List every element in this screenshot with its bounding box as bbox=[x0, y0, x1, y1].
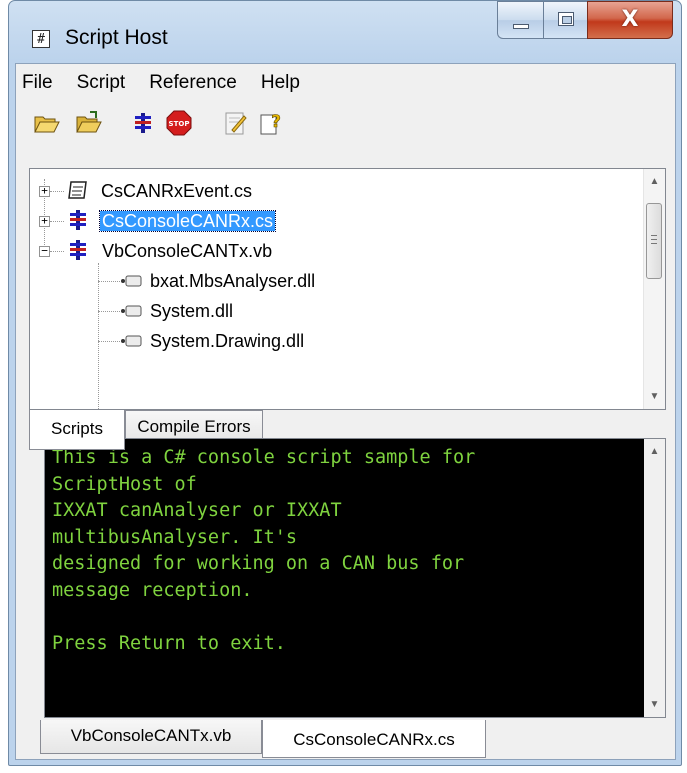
minimize-button[interactable] bbox=[497, 1, 543, 39]
reference-icon bbox=[121, 335, 142, 347]
app-icon[interactable]: # bbox=[32, 30, 50, 48]
reference-icon bbox=[121, 275, 142, 287]
edit-script-icon bbox=[225, 112, 247, 135]
script-tree-view[interactable]: + CsCANRxEvent.cs + CsConsoleCANRx.cs − … bbox=[29, 168, 666, 410]
menu-script[interactable]: Script bbox=[65, 72, 138, 94]
script-page-icon bbox=[68, 181, 87, 199]
open-folder-icon bbox=[34, 116, 60, 133]
tree-node-reference[interactable]: System.dll bbox=[120, 296, 233, 326]
console-scrollbar[interactable]: ▲ ▼ bbox=[644, 439, 665, 717]
title-bar[interactable]: # Script Host X bbox=[9, 1, 681, 63]
run-script-icon bbox=[135, 113, 151, 133]
tree-node-label: CsConsoleCANRx.cs bbox=[99, 210, 277, 232]
tree-connector bbox=[50, 251, 64, 252]
tab-csconsolecanrx[interactable]: CsConsoleCANRx.cs bbox=[262, 720, 486, 758]
caption-buttons: X bbox=[497, 1, 673, 39]
edit-button[interactable] bbox=[220, 108, 250, 138]
tree-expand-toggle[interactable]: − bbox=[39, 245, 50, 257]
tree-connector bbox=[50, 191, 64, 192]
client-area: File Script Reference Help STOP ? + CsCA… bbox=[15, 63, 676, 760]
tree-expand-toggle[interactable]: + bbox=[39, 185, 50, 197]
svg-text:STOP: STOP bbox=[169, 120, 190, 128]
run-button[interactable] bbox=[128, 108, 158, 138]
stop-button[interactable]: STOP bbox=[164, 108, 194, 138]
open-folder-alt-icon bbox=[76, 111, 102, 133]
scroll-up-arrow-icon[interactable]: ▲ bbox=[644, 171, 665, 192]
tree-node-label: VbConsoleCANTx.vb bbox=[102, 241, 273, 261]
reference-icon bbox=[121, 305, 142, 317]
menu-file[interactable]: File bbox=[16, 72, 65, 94]
maximize-button[interactable] bbox=[543, 1, 587, 39]
open-script-button[interactable] bbox=[32, 108, 62, 138]
window-title: Script Host bbox=[65, 26, 168, 49]
tree-node-label: CsCANRxEvent.cs bbox=[101, 181, 253, 201]
maximize-icon bbox=[558, 12, 574, 26]
tree-connector bbox=[98, 263, 99, 409]
tree-node-cscanrxevent[interactable]: CsCANRxEvent.cs bbox=[66, 176, 252, 206]
tree-node-label: System.Drawing.dll bbox=[150, 331, 305, 351]
tree-connector bbox=[50, 221, 64, 222]
open-project-button[interactable] bbox=[74, 108, 104, 138]
tree-node-label: System.dll bbox=[150, 301, 234, 321]
close-icon: X bbox=[621, 7, 639, 32]
scroll-down-arrow-icon[interactable]: ▼ bbox=[644, 694, 665, 715]
tree-node-csconsolecanrx[interactable]: CsConsoleCANRx.cs bbox=[66, 206, 277, 236]
scroll-up-arrow-icon[interactable]: ▲ bbox=[644, 441, 665, 462]
toolbar: STOP ? bbox=[16, 102, 675, 144]
console-text: This is a C# console script sample for S… bbox=[52, 447, 476, 655]
tree-expand-toggle[interactable]: + bbox=[39, 215, 50, 227]
bus-script-icon bbox=[70, 210, 86, 230]
tree-connector bbox=[98, 311, 120, 312]
close-button[interactable]: X bbox=[587, 1, 673, 39]
console-output[interactable]: This is a C# console script sample for S… bbox=[44, 438, 666, 718]
tree-connector bbox=[98, 341, 120, 342]
help-button[interactable]: ? bbox=[256, 108, 286, 138]
menu-help[interactable]: Help bbox=[249, 72, 312, 94]
tab-vbconsolecantx[interactable]: VbConsoleCANTx.vb bbox=[40, 720, 262, 754]
minimize-icon bbox=[513, 24, 529, 29]
tree-node-label: bxat.MbsAnalyser.dll bbox=[150, 271, 316, 291]
tab-scripts[interactable]: Scripts bbox=[29, 410, 125, 450]
svg-text:?: ? bbox=[271, 112, 281, 132]
stop-icon: STOP bbox=[166, 110, 192, 136]
scroll-thumb[interactable] bbox=[646, 203, 662, 279]
menu-reference[interactable]: Reference bbox=[137, 72, 249, 94]
menu-bar: File Script Reference Help bbox=[16, 64, 675, 102]
bus-script-icon bbox=[70, 240, 86, 260]
document-tab-strip: VbConsoleCANTx.vb CsConsoleCANRx.cs bbox=[40, 720, 666, 760]
tree-scrollbar[interactable]: ▲ ▼ bbox=[643, 169, 665, 409]
tree-node-reference[interactable]: bxat.MbsAnalyser.dll bbox=[120, 266, 315, 296]
scroll-down-arrow-icon[interactable]: ▼ bbox=[644, 386, 665, 407]
help-icon: ? bbox=[260, 112, 281, 135]
script-host-window: # Script Host X File Script Reference He… bbox=[8, 0, 682, 766]
tree-connector bbox=[98, 281, 120, 282]
tree-node-vbconsolecantx[interactable]: VbConsoleCANTx.vb bbox=[66, 236, 272, 266]
tree-node-reference[interactable]: System.Drawing.dll bbox=[120, 326, 304, 356]
